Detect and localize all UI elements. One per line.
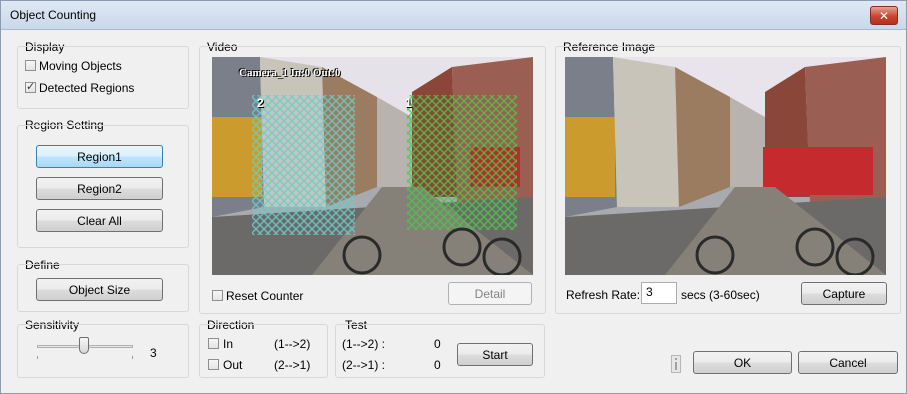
moving-objects-checkbox[interactable] <box>25 60 36 71</box>
start-button[interactable]: Start <box>457 343 533 366</box>
slider-thumb[interactable] <box>79 337 89 354</box>
test-row2-count: 0 <box>434 358 441 372</box>
test-row1-direction: (1-->2) : <box>342 337 386 351</box>
region2-button[interactable]: Region2 <box>36 177 163 200</box>
cancel-button[interactable]: Cancel <box>798 351 898 374</box>
window-title: Object Counting <box>10 8 97 22</box>
detected-regions-label: Detected Regions <box>39 81 135 95</box>
object-counting-dialog: Object Counting ✕ Display Moving Objects… <box>0 0 907 394</box>
reset-counter-checkbox[interactable] <box>212 290 223 301</box>
detail-button[interactable]: Detail <box>448 282 532 305</box>
direction-in-checkbox[interactable] <box>208 338 219 349</box>
test-row2-direction: (2-->1) : <box>342 358 386 372</box>
video-feed[interactable]: Camera_1 In:0 Out:0 2 1 <box>212 57 533 275</box>
display-group <box>17 46 189 109</box>
reference-image <box>565 57 886 275</box>
video-overlay-text: Camera_1 In:0 Out:0 <box>239 67 341 79</box>
reference-street-scene <box>565 57 886 275</box>
sensitivity-value: 3 <box>150 346 157 360</box>
refresh-rate-hint: secs (3-60sec) <box>681 288 760 302</box>
close-button[interactable]: ✕ <box>870 6 898 25</box>
reset-counter-label: Reset Counter <box>226 289 304 303</box>
title-bar: Object Counting ✕ <box>1 1 906 30</box>
direction-out-checkbox[interactable] <box>208 359 219 370</box>
test-row1-count: 0 <box>434 337 441 351</box>
region1-tag: 1 <box>405 96 412 110</box>
refresh-rate-input[interactable]: 3 <box>641 282 677 304</box>
direction-out-value: (2-->1) <box>274 358 311 372</box>
detected-regions-checkbox[interactable] <box>25 80 36 93</box>
street-scene-image <box>212 57 533 275</box>
region1-button[interactable]: Region1 <box>36 145 163 168</box>
object-size-button[interactable]: Object Size <box>36 278 163 301</box>
direction-in-value: (1-->2) <box>274 337 311 351</box>
sensitivity-slider[interactable] <box>37 337 133 361</box>
capture-button[interactable]: Capture <box>801 282 887 305</box>
slider-ticks <box>37 356 133 359</box>
ok-button[interactable]: OK <box>693 351 792 374</box>
region2-tag: 2 <box>257 96 264 110</box>
clear-all-button[interactable]: Clear All <box>36 209 163 232</box>
direction-in-label: In <box>223 337 234 351</box>
moving-objects-label: Moving Objects <box>39 59 122 73</box>
direction-out-label: Out <box>223 358 243 372</box>
info-icon <box>671 355 681 373</box>
refresh-rate-label: Refresh Rate: <box>566 288 641 302</box>
close-icon: ✕ <box>878 8 890 23</box>
